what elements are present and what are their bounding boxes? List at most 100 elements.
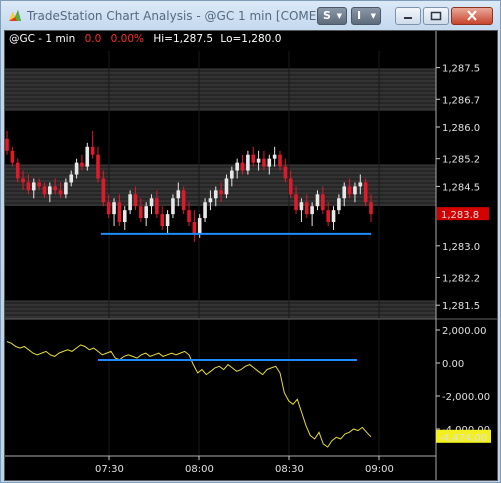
indicator-menu-label: I bbox=[357, 9, 362, 22]
change-value: 0.0 bbox=[85, 33, 102, 45]
chart-window: TradeStation Chart Analysis - @GC 1 min … bbox=[0, 0, 501, 483]
time-tick-label: 08:00 bbox=[185, 464, 214, 475]
candle-body bbox=[267, 158, 272, 167]
high-value: Hi=1,287.5 bbox=[153, 33, 213, 45]
candle-body bbox=[176, 190, 181, 199]
chart-area[interactable]: 1,287.5 1,286.7 1,286.0 1,285.2 1,284.5 1,283… bbox=[4, 30, 498, 481]
candle-body bbox=[144, 206, 148, 219]
candle-body bbox=[117, 202, 122, 223]
candle-body bbox=[230, 170, 234, 179]
candle-body bbox=[5, 138, 9, 151]
time-tick-label: 07:30 bbox=[95, 464, 124, 475]
minimize-button[interactable] bbox=[395, 7, 421, 25]
candle-body bbox=[48, 186, 52, 195]
grid bbox=[108, 51, 380, 461]
indicator-menu-button[interactable]: I ▼ bbox=[351, 7, 381, 25]
window-title: TradeStation Chart Analysis - @GC 1 min … bbox=[27, 9, 317, 23]
title-bar[interactable]: TradeStation Chart Analysis - @GC 1 min … bbox=[1, 1, 500, 31]
candle-body bbox=[326, 210, 330, 223]
indicator-axis: 2,000.000.00-2,000.00-4,000.00 bbox=[436, 326, 490, 436]
candle-body bbox=[262, 158, 266, 167]
candle-body bbox=[10, 150, 15, 163]
current-indicator-label: -4,474.00 bbox=[439, 433, 487, 444]
time-axis: 07:30 08:00 08:30 09:00 bbox=[5, 455, 436, 475]
candle-body bbox=[15, 162, 20, 179]
indicator-pane bbox=[6, 341, 372, 448]
header: @GC - 1 min 0.0 0.00% Hi=1,287.5 Lo=1,28… bbox=[9, 33, 281, 45]
candle-body bbox=[315, 194, 320, 207]
candle-body bbox=[278, 154, 282, 167]
candle-body bbox=[74, 162, 79, 175]
candle-body bbox=[294, 194, 298, 211]
candle-body bbox=[171, 198, 175, 215]
candle-body bbox=[310, 206, 314, 215]
candle-body bbox=[224, 178, 229, 195]
candle-body bbox=[235, 162, 239, 171]
candle-body bbox=[37, 182, 41, 187]
chevron-down-icon: ▼ bbox=[370, 12, 376, 20]
candle-body bbox=[26, 182, 31, 191]
candle-body bbox=[353, 186, 357, 195]
candle-body bbox=[342, 186, 347, 199]
time-tick-label: 08:30 bbox=[275, 464, 304, 475]
candle-body bbox=[304, 202, 309, 215]
chart-canvas[interactable]: 1,287.5 1,286.7 1,286.0 1,285.2 1,284.5 1,283… bbox=[5, 31, 497, 480]
candle-body bbox=[299, 202, 304, 211]
candle-body bbox=[80, 162, 84, 167]
indicator-tick-label: 0.00 bbox=[442, 359, 464, 370]
indicator-tick-label: -2,000.00 bbox=[442, 392, 490, 403]
maximize-icon bbox=[430, 11, 442, 21]
candle-body bbox=[112, 202, 116, 215]
time-tick-label: 09:00 bbox=[365, 464, 394, 475]
style-menu-button[interactable]: S ▼ bbox=[317, 7, 347, 25]
price-band bbox=[5, 301, 436, 319]
price-tick-label: 1,281.5 bbox=[442, 301, 480, 312]
candle-body bbox=[21, 178, 25, 183]
candle-body bbox=[192, 222, 197, 234]
candle-body bbox=[128, 194, 132, 211]
close-icon bbox=[467, 10, 477, 21]
maximize-button[interactable] bbox=[423, 7, 449, 25]
candle-body bbox=[133, 194, 138, 207]
candle-body bbox=[69, 174, 74, 183]
candle-body bbox=[347, 186, 352, 195]
candle-body bbox=[122, 210, 127, 223]
change-percent: 0.00% bbox=[111, 33, 144, 45]
candle-body bbox=[240, 162, 245, 171]
candle-body bbox=[358, 182, 363, 187]
candle-body bbox=[246, 154, 250, 171]
candle-body bbox=[149, 198, 154, 207]
candle-body bbox=[155, 198, 159, 215]
candle-body bbox=[213, 190, 218, 199]
price-tick-label: 1,286.0 bbox=[442, 123, 480, 134]
candle-body bbox=[64, 182, 68, 195]
indicator-tick-label: 2,000.00 bbox=[442, 326, 487, 337]
candle-body bbox=[53, 186, 57, 191]
price-tick-label: 1,286.7 bbox=[442, 95, 480, 106]
candle-body bbox=[219, 190, 223, 195]
candle-body bbox=[208, 198, 213, 203]
close-button[interactable] bbox=[451, 7, 493, 25]
price-tick-label: 1,284.5 bbox=[442, 182, 480, 193]
candle-body bbox=[165, 214, 170, 226]
price-tick-label: 1,283.0 bbox=[442, 242, 480, 253]
candle-body bbox=[283, 166, 288, 179]
price-tick-label: 1,287.5 bbox=[442, 64, 480, 75]
candle-body bbox=[181, 190, 186, 211]
indicator-line bbox=[6, 341, 372, 448]
candle-body bbox=[369, 202, 373, 215]
symbol-label: @GC - 1 min bbox=[9, 33, 75, 45]
candle-body bbox=[58, 190, 63, 195]
candle-body bbox=[256, 158, 261, 163]
tradestation-logo-icon bbox=[9, 10, 21, 21]
candle-body bbox=[31, 182, 36, 191]
minimize-icon bbox=[404, 17, 412, 19]
current-price-label: 1,283.8 bbox=[441, 210, 479, 221]
candle-body bbox=[160, 214, 165, 226]
candle-body bbox=[85, 146, 90, 167]
candle-body bbox=[288, 178, 293, 195]
candle-body bbox=[321, 194, 325, 211]
candle-body bbox=[203, 202, 207, 219]
candle-body bbox=[363, 182, 368, 203]
candle-body bbox=[272, 154, 277, 159]
